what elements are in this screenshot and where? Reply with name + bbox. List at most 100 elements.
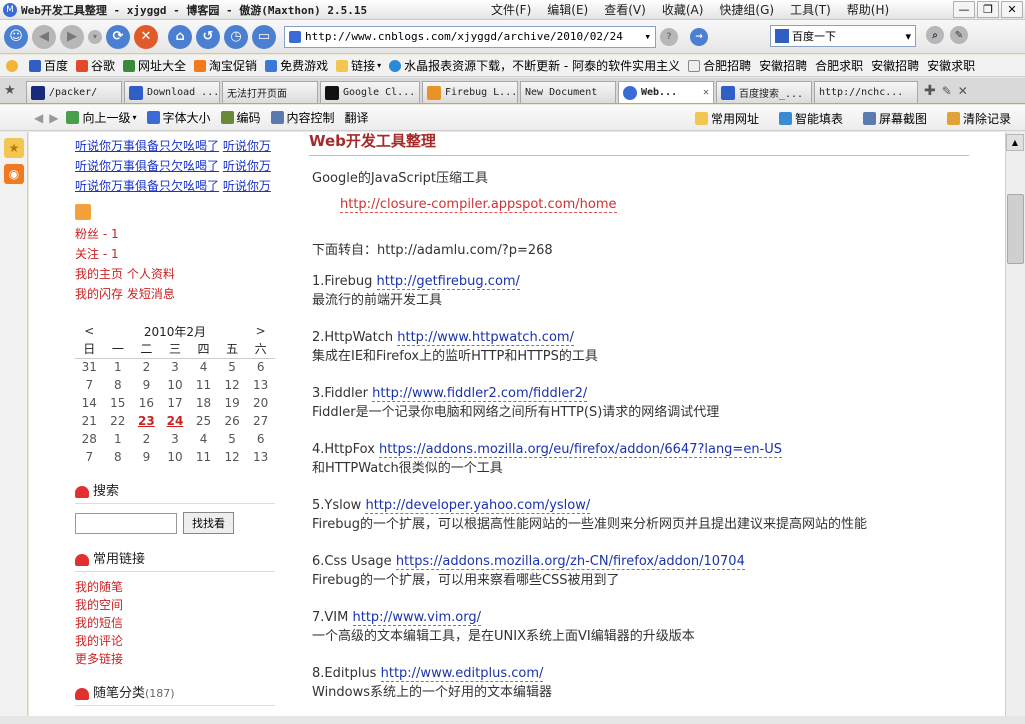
blog-search-button[interactable]: 找找看 (183, 512, 234, 534)
rss-feed-icon[interactable]: ◉ (4, 164, 24, 184)
tab-firebug[interactable]: Firebug L... (422, 81, 518, 103)
fans-count[interactable]: 粉丝 - 1 (75, 224, 275, 244)
refresh-button[interactable]: ⟳ (106, 24, 130, 49)
send-message-link[interactable]: 发短消息 (127, 287, 175, 301)
tab-web-tools[interactable]: Web... ✕ (618, 81, 714, 103)
tab-tools-icon[interactable]: ✎ (942, 84, 952, 98)
up-level-button[interactable]: 向上一级 ▾ (66, 109, 137, 126)
news-link[interactable]: 听说你万事俱备只欠吆喝了 (75, 159, 219, 173)
page-back-icon[interactable]: ◀ (34, 111, 43, 125)
fav-anhui-seek[interactable]: 安徽求职 (927, 57, 975, 74)
close-button[interactable]: ✕ (1001, 1, 1023, 18)
fav-anhui-jobs-2[interactable]: 安徽招聘 (871, 57, 919, 74)
search-icon[interactable]: ⌕ (926, 26, 944, 44)
calendar-day[interactable]: 24 (161, 412, 190, 430)
menu-help[interactable]: 帮助(H) (847, 1, 889, 18)
menu-file[interactable]: 文件(F) (491, 1, 531, 18)
fav-links-folder[interactable]: 链接 ▾ (336, 57, 381, 74)
fav-crystal-reports[interactable]: 水晶报表资源下载，不断更新 - 阿泰的软件实用主义 (389, 57, 680, 74)
tab-download[interactable]: Download ... (124, 81, 220, 103)
tab-close-icon[interactable]: ✕ (699, 87, 709, 98)
fav-anhui-jobs[interactable]: 安徽招聘 (759, 57, 807, 74)
scroll-up-icon[interactable]: ▲ (1006, 134, 1024, 151)
my-home-link[interactable]: 我的主页 (75, 267, 123, 281)
history-dropdown-icon[interactable]: ▾ (88, 29, 102, 44)
encoding-button[interactable]: 编码 (220, 109, 261, 126)
tool-link[interactable]: http://www.vim.org/ (352, 610, 481, 626)
window-icon[interactable]: ▭ (252, 24, 276, 49)
user-icon[interactable]: ☺ (4, 24, 28, 49)
menu-tools[interactable]: 工具(T) (790, 1, 831, 18)
tool-link[interactable]: http://www.httpwatch.com/ (397, 330, 574, 346)
favorites-star-icon[interactable]: ★ (4, 138, 24, 158)
fav-hao123[interactable]: 网址大全 (123, 57, 186, 74)
favorites-star-icon[interactable] (6, 59, 21, 72)
link-more[interactable]: 更多链接 (75, 650, 275, 668)
fav-baidu[interactable]: 百度 (29, 57, 68, 74)
news-link-short[interactable]: 听说你万 (223, 159, 271, 173)
fav-google[interactable]: 谷歌 (76, 57, 115, 74)
page-forward-icon[interactable]: ▶ (49, 111, 58, 125)
fav-games[interactable]: 免费游戏 (265, 57, 328, 74)
link-my-posts[interactable]: 我的随笔 (75, 578, 275, 596)
calendar-day[interactable]: 23 (132, 412, 161, 430)
menu-view[interactable]: 查看(V) (604, 1, 646, 18)
smart-fill-button[interactable]: 智能填表 (778, 110, 843, 127)
profile-link[interactable]: 个人资料 (127, 267, 175, 281)
address-input[interactable]: http://www.cnblogs.com/xjyggd/archive/20… (284, 25, 656, 48)
scroll-thumb[interactable] (1007, 194, 1024, 264)
follow-count[interactable]: 关注 - 1 (75, 244, 275, 264)
stop-button[interactable]: ✕ (134, 24, 158, 49)
calendar-prev[interactable]: < (75, 322, 104, 340)
news-link[interactable]: 听说你万事俱备只欠吆喝了 (75, 179, 219, 193)
fav-hefei-jobs[interactable]: 合肥招聘 (688, 57, 751, 74)
menu-groups[interactable]: 快捷组(G) (719, 1, 774, 18)
tool-link[interactable]: http://getfirebug.com/ (376, 274, 520, 290)
avatar[interactable] (75, 204, 91, 220)
clock-icon[interactable]: ◷ (224, 24, 248, 49)
link-my-space[interactable]: 我的空间 (75, 596, 275, 614)
minimize-button[interactable]: — (953, 1, 975, 18)
fav-hefei-seek[interactable]: 合肥求职 (815, 57, 863, 74)
my-flash-link[interactable]: 我的闪存 (75, 287, 123, 301)
news-link-short[interactable]: 听说你万 (223, 139, 271, 153)
tool-link[interactable]: http://www.fiddler2.com/fiddler2/ (372, 386, 588, 402)
tab-nchc[interactable]: http://nchc... (814, 81, 918, 103)
fav-taobao[interactable]: 淘宝促销 (194, 57, 257, 74)
common-sites-button[interactable]: 常用网址 (694, 110, 759, 127)
tool-link[interactable]: https://addons.mozilla.org/eu/firefox/ad… (379, 442, 783, 458)
blog-search-input[interactable] (75, 512, 177, 534)
menu-edit[interactable]: 编辑(E) (547, 1, 588, 18)
tab-new-document[interactable]: New Document (520, 81, 616, 103)
content-control-button[interactable]: 内容控制 (270, 109, 335, 126)
highlight-icon[interactable]: ✎ (950, 26, 968, 44)
tab-packer[interactable]: /packer/ (26, 81, 122, 103)
address-dropdown-icon[interactable]: ▾ (640, 30, 655, 43)
new-tab-icon[interactable]: ✚ (924, 83, 936, 99)
calendar-next[interactable]: > (246, 322, 275, 340)
search-input[interactable]: 百度一下 ▾ (770, 25, 916, 47)
back-button[interactable]: ◀ (32, 24, 56, 49)
link-my-messages[interactable]: 我的短信 (75, 614, 275, 632)
news-link[interactable]: 听说你万事俱备只欠吆喝了 (75, 139, 219, 153)
news-link-short[interactable]: 听说你万 (223, 179, 271, 193)
clear-history-button[interactable]: 清除记录 (946, 110, 1011, 127)
link-my-comments[interactable]: 我的评论 (75, 632, 275, 650)
intro-link[interactable]: http://closure-compiler.appspot.com/home (340, 197, 617, 213)
tool-link[interactable]: http://www.editplus.com/ (380, 666, 544, 682)
tool-link[interactable]: https://addons.mozilla.org/zh-CN/firefox… (395, 554, 745, 570)
tab-menu-star-icon[interactable]: ★ (4, 83, 26, 98)
tab-close-all-icon[interactable]: ✕ (958, 84, 968, 98)
restore-button[interactable]: ❐ (977, 1, 999, 18)
translate-button[interactable]: 翻译 (345, 109, 369, 126)
screenshot-button[interactable]: 屏幕截图 (862, 110, 927, 127)
go-button[interactable]: → (690, 27, 708, 46)
menu-favorites[interactable]: 收藏(A) (662, 1, 704, 18)
vertical-scrollbar[interactable]: ▲ (1005, 132, 1025, 716)
undo-close-button[interactable]: ↺ (196, 24, 220, 49)
tab-cannot-open[interactable]: 无法打开页面 (222, 81, 318, 103)
rss-icon[interactable]: ? (660, 27, 678, 46)
search-engine-dropdown-icon[interactable]: ▾ (901, 30, 915, 43)
tab-baidu-search[interactable]: 百度搜索_... (716, 81, 812, 103)
forward-button[interactable]: ▶ (60, 24, 84, 49)
